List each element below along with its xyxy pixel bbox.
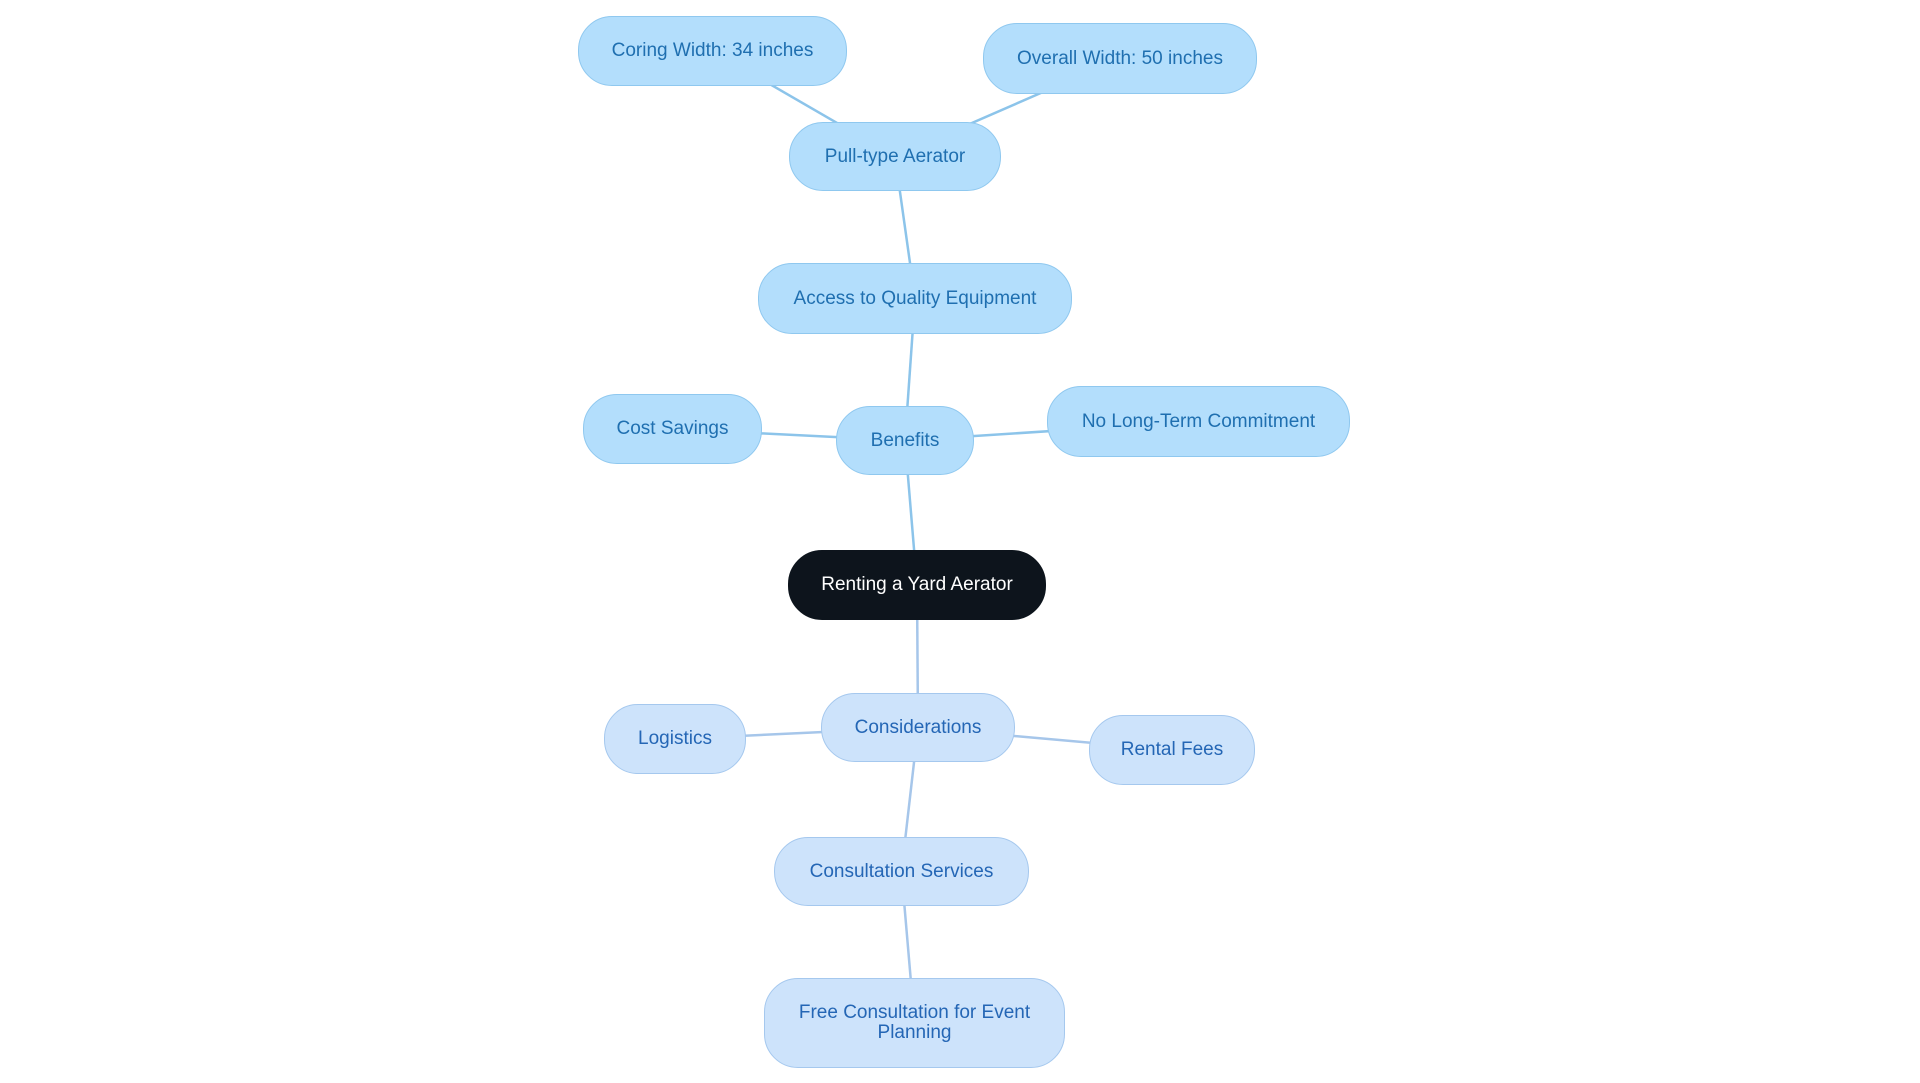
node-overall-width[interactable]: Overall Width: 50 inches	[983, 23, 1257, 94]
node-label: No Long-Term Commitment	[1081, 410, 1316, 432]
node-label: Coring Width: 34 inches	[611, 40, 814, 61]
node-access-to-quality-equipment[interactable]: Access to Quality Equipment	[758, 263, 1072, 334]
node-label: Considerations	[854, 716, 982, 738]
node-label: Access to Quality Equipment	[793, 287, 1037, 309]
node-cost-savings[interactable]: Cost Savings	[583, 394, 762, 464]
node-label: Benefits	[870, 429, 940, 451]
node-label: Cost Savings	[616, 418, 729, 439]
node-rental-fees[interactable]: Rental Fees	[1089, 715, 1255, 785]
node-free-consultation-for-event-planning[interactable]: Free Consultation for Event Planning	[764, 978, 1065, 1068]
node-label: Rental Fees	[1120, 739, 1224, 760]
node-label: Free Consultation for Event Planning	[798, 1002, 1031, 1043]
node-label: Overall Width: 50 inches	[1017, 47, 1223, 69]
node-benefits[interactable]: Benefits	[836, 406, 974, 475]
node-label: Consultation Services	[809, 860, 994, 882]
node-label: Logistics	[638, 728, 712, 749]
node-pull-type-aerator[interactable]: Pull-type Aerator	[789, 122, 1001, 191]
node-label: Renting a Yard Aerator	[821, 574, 1013, 595]
node-root-renting-a-yard-aerator[interactable]: Renting a Yard Aerator	[788, 550, 1046, 620]
node-coring-width[interactable]: Coring Width: 34 inches	[578, 16, 847, 86]
node-logistics[interactable]: Logistics	[604, 704, 746, 774]
node-consultation-services[interactable]: Consultation Services	[774, 837, 1029, 906]
node-no-long-term-commitment[interactable]: No Long-Term Commitment	[1047, 386, 1350, 457]
node-considerations[interactable]: Considerations	[821, 693, 1015, 762]
node-label: Pull-type Aerator	[824, 145, 966, 167]
